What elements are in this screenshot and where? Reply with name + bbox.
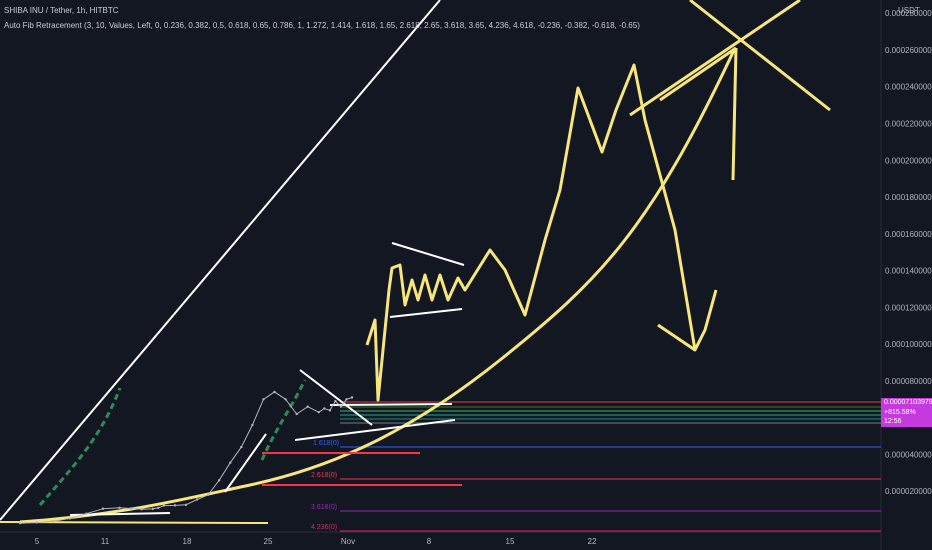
fib-level-label: 1.618(0) [313, 440, 339, 447]
price-point [162, 504, 166, 507]
price-point [251, 423, 254, 427]
price-point [229, 461, 232, 464]
x-tick-label: 15 [506, 537, 515, 546]
y-tick-label: 0.000240000 [885, 83, 932, 92]
chart-legend: SHIBA INU / Tether, 1h, HITBTC Auto Fib … [4, 3, 640, 33]
indicator-title[interactable]: Auto Fib Retracement (3, 10, Values, Lef… [4, 18, 640, 33]
price-point [157, 506, 160, 509]
y-tick-label: 0.000180000 [885, 193, 932, 202]
price-point [240, 445, 243, 449]
price-point [334, 399, 337, 403]
y-tick-label: 0.000120000 [885, 303, 932, 312]
price-point [184, 503, 188, 507]
price-point [262, 398, 265, 401]
price-point [295, 412, 298, 416]
chart-background [0, 0, 932, 550]
price-point [317, 410, 320, 414]
fib-level-label: 3.618(0) [311, 504, 337, 511]
price-point [18, 522, 22, 525]
y-tick-label: 0.000160000 [885, 230, 932, 239]
symbol-title[interactable]: SHIBA INU / Tether, 1h, HITBTC [4, 3, 640, 18]
price-point [339, 405, 343, 408]
price-point [173, 504, 177, 507]
price-unit-label: USDT [898, 6, 920, 15]
y-tick-label: 0.000080000 [885, 377, 932, 386]
price-point [52, 520, 55, 523]
price-point [206, 493, 210, 497]
price-point [85, 512, 88, 515]
y-tick-label: 0.000140000 [885, 267, 932, 276]
price-point [323, 407, 326, 410]
y-tick-label: 0.000200000 [885, 156, 932, 165]
price-point [118, 506, 121, 509]
x-tick-label: Nov [341, 537, 355, 546]
price-point [345, 398, 348, 401]
last-price-box: 0.00007103979 +815.58% 12:56 [881, 398, 932, 427]
price-point [306, 405, 309, 408]
price-point [284, 398, 287, 401]
last-price-value: 0.00007103979 [884, 399, 932, 406]
price-point [350, 396, 354, 399]
x-tick-label: 18 [183, 537, 192, 546]
y-tick-label: 0.000100000 [885, 340, 932, 349]
price-point [68, 517, 72, 520]
price-point [273, 390, 276, 394]
price-chart[interactable]: 2.618(0) 1.618(0) 3.618(0) 4.236(0) 5 11 18 25… [0, 0, 932, 550]
price-point [328, 409, 332, 412]
price-point [140, 508, 143, 511]
x-tick-label: 22 [588, 537, 597, 546]
price-point [195, 498, 199, 501]
y-tick-label: 0.000260000 [885, 46, 932, 55]
fib-level-label: 2.618(0) [311, 472, 337, 479]
price-point [129, 507, 132, 510]
price-point [218, 478, 221, 482]
y-tick-label: 0.000040000 [885, 450, 932, 459]
range-line [329, 403, 453, 406]
y-tick-label: 0.000220000 [885, 120, 932, 129]
y-tick-label: 0.000020000 [885, 487, 932, 496]
x-tick-label: 11 [101, 537, 110, 546]
x-tick-label: 5 [35, 537, 40, 546]
price-change-pct: +815.58% [884, 408, 916, 416]
price-point [101, 507, 105, 510]
price-point [35, 521, 38, 524]
fib-level-label: 4.236(0) [311, 524, 337, 531]
x-tick-label: 25 [264, 537, 273, 546]
candle-countdown: 12:56 [884, 418, 902, 425]
price-point [151, 507, 154, 511]
x-tick-label: 8 [427, 537, 432, 546]
